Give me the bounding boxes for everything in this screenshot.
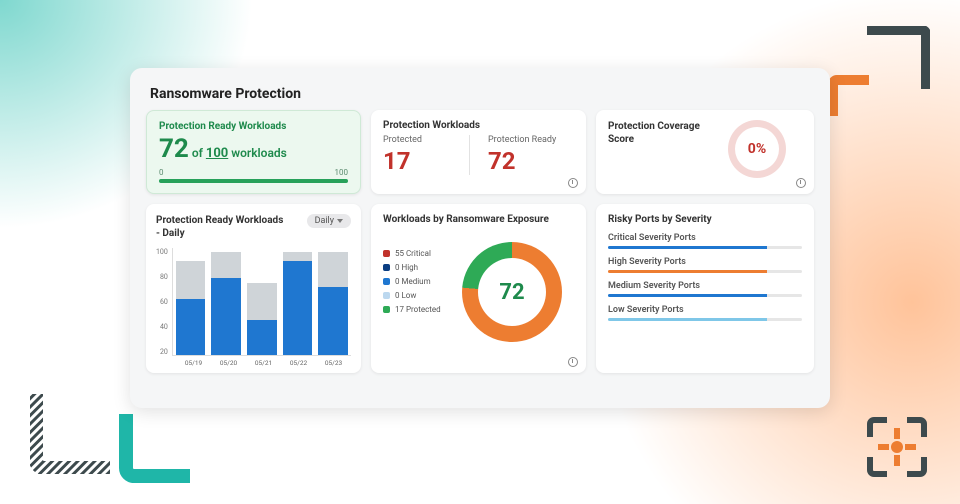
decor-bracket-teal bbox=[118, 406, 196, 484]
score-ring: 0% bbox=[728, 120, 786, 178]
progress-bar bbox=[159, 179, 348, 183]
clock-icon[interactable] bbox=[568, 357, 578, 367]
card-coverage-score[interactable]: Protection Coverage Score 0% bbox=[596, 110, 814, 194]
card-header: Risky Ports by Severity bbox=[608, 214, 802, 225]
donut-legend: 55 Critical0 High0 Medium0 Low17 Protect… bbox=[383, 244, 441, 319]
decor-bracket-orange bbox=[825, 72, 877, 124]
card-risky-ports[interactable]: Risky Ports by Severity Critical Severit… bbox=[596, 204, 814, 373]
chart-bars bbox=[172, 248, 351, 356]
period-dropdown[interactable]: Daily bbox=[307, 214, 351, 228]
card-header: Protection Coverage Score bbox=[608, 120, 718, 146]
dashboard-panel: Ransomware Protection Protection Ready W… bbox=[130, 68, 830, 408]
card-header: Protection Workloads bbox=[383, 120, 574, 131]
card-header: Protection Ready Workloads - Daily bbox=[156, 214, 286, 240]
card-protection-ready[interactable]: Protection Ready Workloads 72 of 100 wor… bbox=[146, 110, 361, 194]
chart-x-axis: 05/1905/2005/2105/2205/23 bbox=[176, 356, 351, 367]
card-header: Workloads by Ransomware Exposure bbox=[383, 214, 574, 225]
card-exposure-donut[interactable]: Workloads by Ransomware Exposure 55 Crit… bbox=[371, 204, 586, 373]
clock-icon[interactable] bbox=[568, 178, 578, 188]
card-header: Protection Ready Workloads bbox=[159, 121, 348, 132]
page-title: Ransomware Protection bbox=[150, 86, 814, 102]
card-protection-workloads[interactable]: Protection Workloads Protected 17 Protec… bbox=[371, 110, 586, 194]
logo-icon bbox=[866, 416, 928, 478]
donut-chart: 72 bbox=[462, 242, 562, 342]
decor-bracket-hatched bbox=[30, 388, 116, 474]
ready-count: 72 of 100 workloads bbox=[159, 136, 348, 162]
port-list: Critical Severity PortsHigh Severity Por… bbox=[608, 233, 802, 321]
chart-y-axis: 10080604020 bbox=[156, 248, 172, 356]
card-daily-chart[interactable]: Protection Ready Workloads - Daily Daily… bbox=[146, 204, 361, 373]
clock-icon[interactable] bbox=[796, 178, 806, 188]
